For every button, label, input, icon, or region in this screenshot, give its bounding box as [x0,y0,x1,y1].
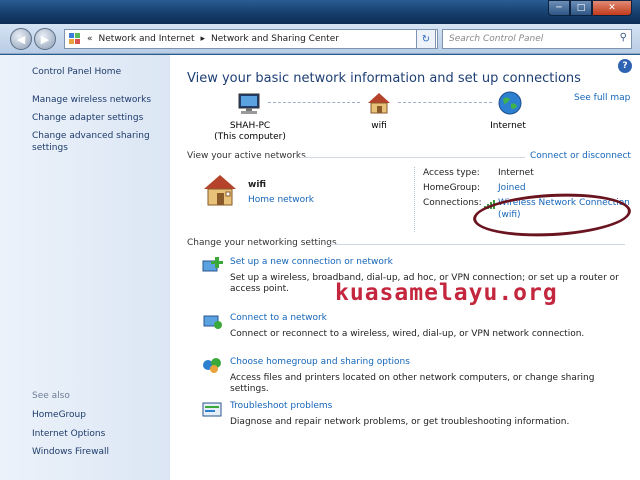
see-also-windows-firewall[interactable]: Windows Firewall [32,446,109,458]
task-troubleshoot-desc: Diagnose and repair network problems, or… [230,417,570,427]
computer-subtitle: (This computer) [214,132,286,142]
computer-name: SHAH-PC [229,121,271,131]
see-also-homegroup[interactable]: HomeGroup [32,409,86,421]
forward-arrow-icon: ▶ [40,32,50,46]
address-bar[interactable]: « Network and Internet ▸ Network and Sha… [64,29,438,49]
access-type-label: Access type: [423,168,480,178]
breadcrumb-network-and-internet[interactable]: Network and Internet [99,34,195,44]
troubleshoot-icon [202,402,222,417]
computer-icon[interactable] [236,92,264,116]
search-icon[interactable]: ⚲ [620,32,627,43]
forward-button[interactable]: ▶ [34,28,56,50]
back-arrow-icon: ◀ [16,32,26,46]
refresh-button[interactable]: ↻ [416,29,436,49]
sidebar-item-change-adapter[interactable]: Change adapter settings [32,112,143,124]
task-troubleshoot-link[interactable]: Troubleshoot problems [230,401,332,411]
task-connect-link[interactable]: Connect to a network [230,313,327,323]
watermark-text: kuasamelayu.org [335,280,558,306]
network-node-label: wifi [371,121,387,131]
minimize-button[interactable]: ─ [548,0,570,16]
link-line-wifi-internet [398,102,492,103]
link-line-computer-wifi [268,102,360,103]
new-connection-icon [202,257,223,272]
help-icon[interactable]: ? [618,59,632,73]
sidebar-item-control-panel-home[interactable]: Control Panel Home [32,66,121,78]
connect-disconnect-link[interactable]: Connect or disconnect [530,151,631,161]
see-also-title: See also [32,391,70,401]
task-new-connection-link[interactable]: Set up a new connection or network [230,257,393,267]
page-title: View your basic network information and … [187,71,581,86]
change-settings-divider [330,244,625,245]
sidebar: Control Panel Home Manage wireless netwo… [0,55,170,480]
sidebar-item-advanced-sharing[interactable]: Change advanced sharing settings [32,130,157,154]
see-also-internet-options[interactable]: Internet Options [32,428,105,440]
sidebar-item-manage-wireless[interactable]: Manage wireless networks [32,94,151,106]
close-button[interactable]: ✕ [592,0,632,16]
active-networks-title: View your active networks [187,151,306,161]
task-homegroup-link[interactable]: Choose homegroup and sharing options [230,357,410,367]
active-networks-divider [300,157,525,158]
details-divider [414,167,415,232]
globe-icon[interactable] [497,90,523,116]
refresh-icon: ↻ [421,33,431,45]
task-connect-desc: Connect or reconnect to a wireless, wire… [230,329,585,339]
internet-node-label: Internet [490,121,526,131]
search-input[interactable]: Search Control Panel ⚲ [442,29,632,49]
back-button[interactable]: ◀ [10,28,32,50]
annotation-ellipse [472,189,632,241]
breadcrumb-network-sharing-center[interactable]: Network and Sharing Center [211,34,339,44]
network-type-link[interactable]: Home network [248,195,314,205]
see-full-map-link[interactable]: See full map [574,93,630,103]
search-placeholder: Search Control Panel [449,34,544,44]
access-type-value: Internet [498,168,534,178]
task-homegroup-desc: Access files and printers located on oth… [230,373,595,394]
control-panel-icon [69,33,80,44]
navigation-bar: ◀ ▶ « Network and Internet ▸ Network and… [0,24,640,54]
connections-label: Connections: [423,198,482,208]
connect-network-icon [203,315,222,329]
homegroup-joined-link[interactable]: Joined [498,183,526,193]
change-settings-title: Change your networking settings [187,238,337,248]
homegroup-label: HomeGroup: [423,183,481,193]
active-network-name: wifi [248,180,267,190]
home-network-large-icon [204,175,236,206]
breadcrumb-separator[interactable]: ▸ [200,34,205,44]
computer-label: SHAH-PC (This computer) [200,121,300,143]
title-bar: ─ □ ✕ [0,0,640,24]
window-controls: ─ □ ✕ [548,0,632,16]
breadcrumb-overflow[interactable]: « [87,34,93,44]
maximize-button[interactable]: □ [570,0,592,16]
homegroup-icon [203,358,221,373]
home-network-icon[interactable] [366,91,392,115]
main-panel: ? View your basic network information an… [170,55,640,480]
